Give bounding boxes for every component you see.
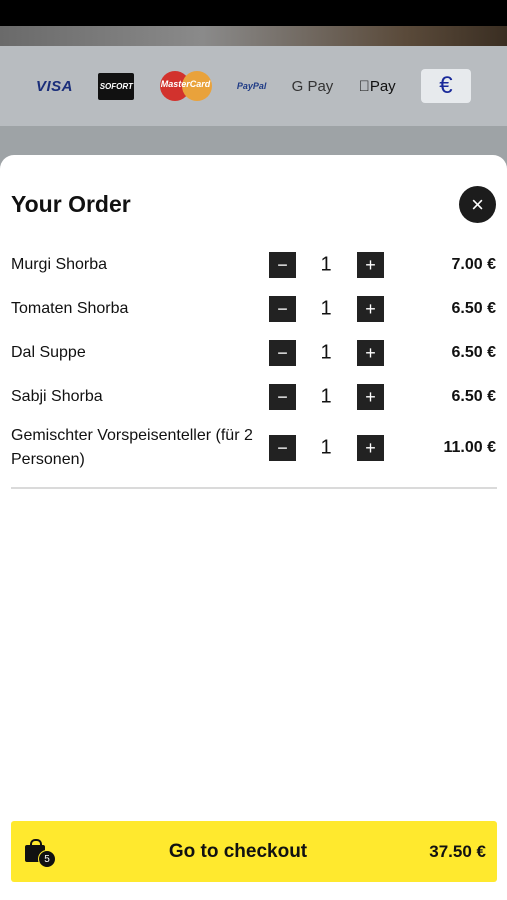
item-name: Murgi Shorba [11, 256, 108, 273]
checkout-button[interactable]: 5 Go to checkout 37.50 € [11, 821, 497, 882]
visa-icon: VISA [36, 77, 74, 95]
euro-cash-icon[interactable]: € [420, 69, 471, 103]
item-price: 6.50 € [451, 344, 496, 361]
item-name: Tomaten Shorba [11, 300, 129, 317]
item-name: Dal Suppe [11, 344, 86, 361]
decrease-quantity-button[interactable]: − [269, 340, 296, 366]
increase-quantity-button[interactable]: + [357, 296, 384, 322]
order-item: Dal Suppe − 1 + 6.50 € [0, 338, 507, 368]
increase-quantity-button[interactable]: + [357, 384, 384, 410]
item-quantity: 1 [320, 297, 332, 320]
item-quantity: 1 [320, 385, 332, 408]
sofort-icon: SOFORT [98, 72, 135, 100]
checkout-label: Go to checkout [168, 840, 308, 862]
item-name: Gemischter Vorspeisenteller (für 2 Perso… [11, 427, 253, 468]
increase-quantity-button[interactable]: + [357, 435, 384, 461]
payment-methods-bar: VISA SOFORT MasterCard PayPal G Pay Pay… [0, 46, 507, 126]
increase-quantity-button[interactable]: + [357, 252, 384, 278]
status-bar [0, 0, 507, 26]
order-sheet: Your Order × Murgi Shorba − 1 + 7.00 € T… [0, 155, 507, 900]
item-price: 7.00 € [451, 256, 496, 273]
close-button[interactable]: × [459, 186, 496, 223]
order-divider [11, 487, 497, 489]
item-quantity: 1 [320, 436, 332, 459]
order-item: Gemischter Vorspeisenteller (für 2 Perso… [0, 422, 507, 474]
item-price: 11.00 € [443, 439, 497, 456]
item-quantity: 1 [320, 341, 332, 364]
order-item: Sabji Shorba − 1 + 6.50 € [0, 382, 507, 412]
paypal-icon: PayPal [236, 81, 267, 91]
google-pay-icon: G Pay [291, 77, 334, 95]
checkout-total: 37.50 € [429, 841, 486, 861]
decrease-quantity-button[interactable]: − [269, 435, 296, 461]
item-quantity: 1 [320, 253, 332, 276]
decrease-quantity-button[interactable]: − [269, 296, 296, 322]
page-title: Your Order [11, 191, 131, 217]
item-name: Sabji Shorba [11, 388, 103, 405]
hero-image-strip [0, 26, 507, 46]
apple-pay-icon: Pay [359, 77, 396, 95]
item-price: 6.50 € [451, 300, 496, 317]
increase-quantity-button[interactable]: + [357, 340, 384, 366]
decrease-quantity-button[interactable]: − [269, 252, 296, 278]
mastercard-icon: MasterCard [159, 70, 212, 102]
item-price: 6.50 € [451, 388, 496, 405]
order-item: Tomaten Shorba − 1 + 6.50 € [0, 294, 507, 324]
order-item: Murgi Shorba − 1 + 7.00 € [0, 250, 507, 280]
decrease-quantity-button[interactable]: − [269, 384, 296, 410]
